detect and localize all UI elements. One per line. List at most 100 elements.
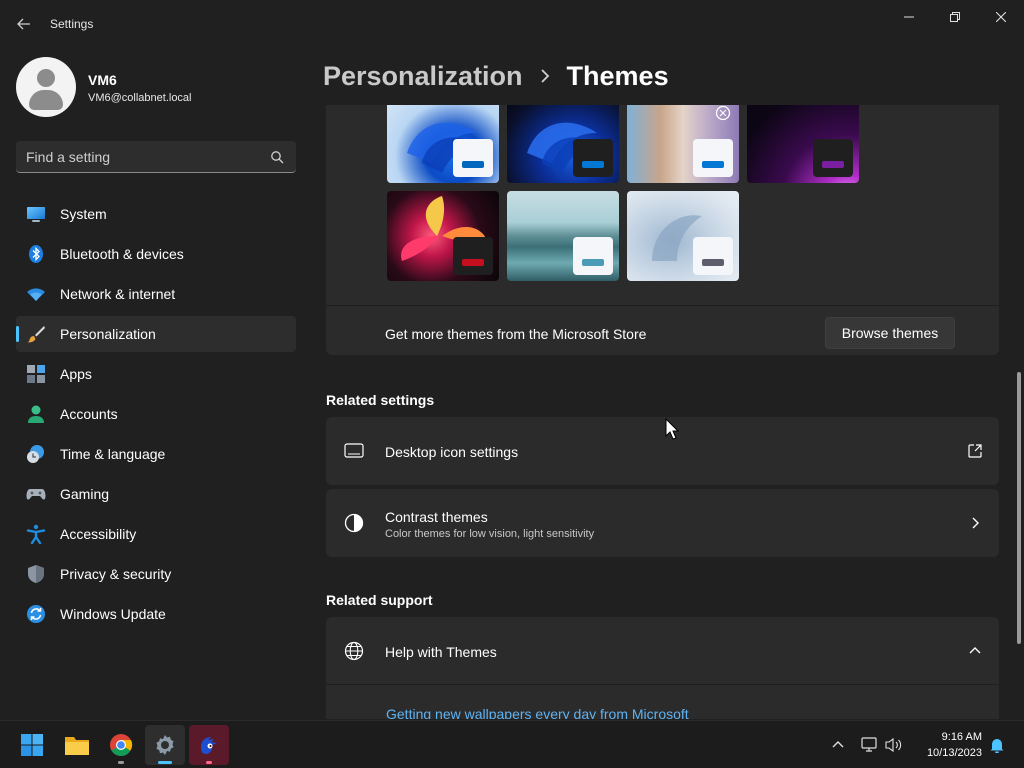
gamepad-icon	[26, 489, 46, 500]
search-icon	[271, 151, 284, 164]
volume-icon	[885, 737, 902, 753]
page-title: Themes	[566, 60, 669, 91]
theme-tile-windows-dark[interactable]	[507, 105, 619, 183]
close-icon	[996, 12, 1006, 22]
theme-tile-captured-motion[interactable]	[387, 191, 499, 281]
taskbar-clock[interactable]: 9:16 AM 10/13/2023	[912, 729, 982, 761]
sidebar-item-label: Bluetooth & devices	[60, 246, 184, 262]
sidebar-item-time-language[interactable]: Time & language	[16, 436, 296, 472]
sidebar-nav: System Bluetooth & devices Network & int…	[16, 196, 296, 636]
maximize-icon	[950, 12, 960, 22]
external-link-icon	[968, 444, 982, 458]
file-explorer-icon	[65, 737, 89, 755]
main-content: Get more themes from the Microsoft Store…	[326, 105, 999, 719]
start-button[interactable]	[12, 725, 52, 765]
chevron-right-icon	[972, 517, 979, 529]
sidebar-item-apps[interactable]: Apps	[16, 356, 296, 392]
related-settings-heading: Related settings	[326, 392, 435, 408]
taskbar-sonic-game[interactable]	[189, 725, 229, 765]
chevron-up-icon	[969, 647, 981, 654]
breadcrumb: Personalization Themes	[323, 58, 669, 94]
system-icon	[27, 207, 45, 222]
brush-icon	[27, 326, 45, 343]
search-box[interactable]	[16, 141, 296, 173]
tray-volume[interactable]	[884, 735, 904, 755]
scrollbar[interactable]	[1017, 372, 1021, 644]
bluetooth-icon	[29, 245, 43, 263]
tray-overflow-button[interactable]	[828, 735, 848, 755]
sidebar-item-label: Apps	[60, 366, 92, 382]
sidebar-item-personalization[interactable]: Personalization	[16, 316, 296, 352]
sidebar-item-windows-update[interactable]: Windows Update	[16, 596, 296, 632]
help-with-themes-expander: Help with Themes	[326, 617, 999, 719]
help-with-themes-title: Help with Themes	[385, 644, 497, 660]
wifi-icon	[27, 288, 45, 301]
mouse-cursor-icon	[665, 418, 679, 440]
browse-themes-button[interactable]: Browse themes	[825, 317, 955, 349]
wallpapers-help-link[interactable]: Getting new wallpapers every day from Mi…	[386, 706, 689, 719]
theme-accent-swatch	[702, 161, 724, 168]
desktop-icon-settings-title: Desktop icon settings	[385, 444, 519, 460]
breadcrumb-parent[interactable]: Personalization	[323, 61, 523, 92]
sidebar-item-label: Accounts	[60, 406, 118, 422]
sidebar-item-accessibility[interactable]: Accessibility	[16, 516, 296, 552]
sidebar-item-privacy-security[interactable]: Privacy & security	[16, 556, 296, 592]
maximize-button[interactable]	[932, 0, 978, 34]
back-button[interactable]	[12, 12, 36, 36]
minimize-button[interactable]	[886, 0, 932, 34]
sidebar-item-network[interactable]: Network & internet	[16, 276, 296, 312]
sidebar-item-system[interactable]: System	[16, 196, 296, 232]
taskbar-file-explorer[interactable]	[57, 725, 97, 765]
help-with-themes-header[interactable]: Help with Themes	[326, 617, 999, 685]
microsoft-store-row: Get more themes from the Microsoft Store…	[326, 305, 999, 357]
taskbar-chrome[interactable]	[101, 725, 141, 765]
sidebar-item-label: Network & internet	[60, 286, 176, 302]
settings-icon	[156, 735, 174, 755]
taskbar: 9:16 AM 10/13/2023	[0, 720, 1024, 768]
theme-accent-swatch	[462, 161, 484, 168]
sidebar-item-accounts[interactable]: Accounts	[16, 396, 296, 432]
contrast-themes-title: Contrast themes	[385, 509, 488, 525]
apps-icon	[27, 365, 45, 383]
sidebar-item-gaming[interactable]: Gaming	[16, 476, 296, 512]
back-arrow-icon	[17, 18, 30, 30]
close-button[interactable]	[978, 0, 1024, 34]
avatar	[16, 57, 76, 117]
minimize-icon	[904, 16, 914, 18]
globe-icon	[344, 641, 364, 661]
chrome-icon	[110, 734, 133, 756]
profile-email: VM6@collabnet.local	[88, 92, 192, 104]
update-icon	[27, 605, 45, 623]
accounts-icon	[28, 405, 44, 423]
breadcrumb-chevron-icon	[540, 69, 549, 83]
theme-tile-glow[interactable]	[747, 105, 859, 183]
theme-tile-windows-light[interactable]	[387, 105, 499, 183]
search-input[interactable]	[26, 141, 266, 172]
taskbar-settings[interactable]	[145, 725, 185, 765]
sidebar-item-bluetooth[interactable]: Bluetooth & devices	[16, 236, 296, 272]
windows-start-icon	[21, 734, 43, 756]
sidebar-item-label: Gaming	[60, 486, 110, 502]
theme-tile-flow[interactable]	[627, 191, 739, 281]
desktop-icon-settings-row[interactable]: Desktop icon settings	[326, 417, 999, 485]
clock-date: 10/13/2023	[926, 747, 982, 759]
sidebar-item-label: Accessibility	[60, 526, 137, 542]
user-profile[interactable]: VM6 VM6@collabnet.local	[16, 57, 296, 117]
theme-tile-sunrise-lake[interactable]	[507, 191, 619, 281]
sidebar-item-label: Windows Update	[60, 606, 166, 622]
contrast-themes-row[interactable]: Contrast themes Color themes for low vis…	[326, 489, 999, 557]
profile-name: VM6	[88, 72, 117, 88]
network-icon	[861, 737, 877, 752]
tray-network[interactable]	[860, 735, 880, 755]
theme-tile-spotlight[interactable]	[627, 105, 739, 183]
theme-accent-swatch	[582, 259, 604, 266]
related-support-heading: Related support	[326, 592, 433, 608]
contrast-icon	[344, 513, 364, 533]
clock-globe-icon	[27, 445, 44, 463]
tray-notifications[interactable]	[987, 735, 1007, 755]
chevron-up-icon	[832, 741, 844, 748]
spotlight-icon	[715, 105, 731, 121]
sidebar-item-label: Personalization	[60, 326, 156, 342]
notification-bell-icon	[990, 739, 1004, 754]
theme-accent-swatch	[582, 161, 604, 168]
